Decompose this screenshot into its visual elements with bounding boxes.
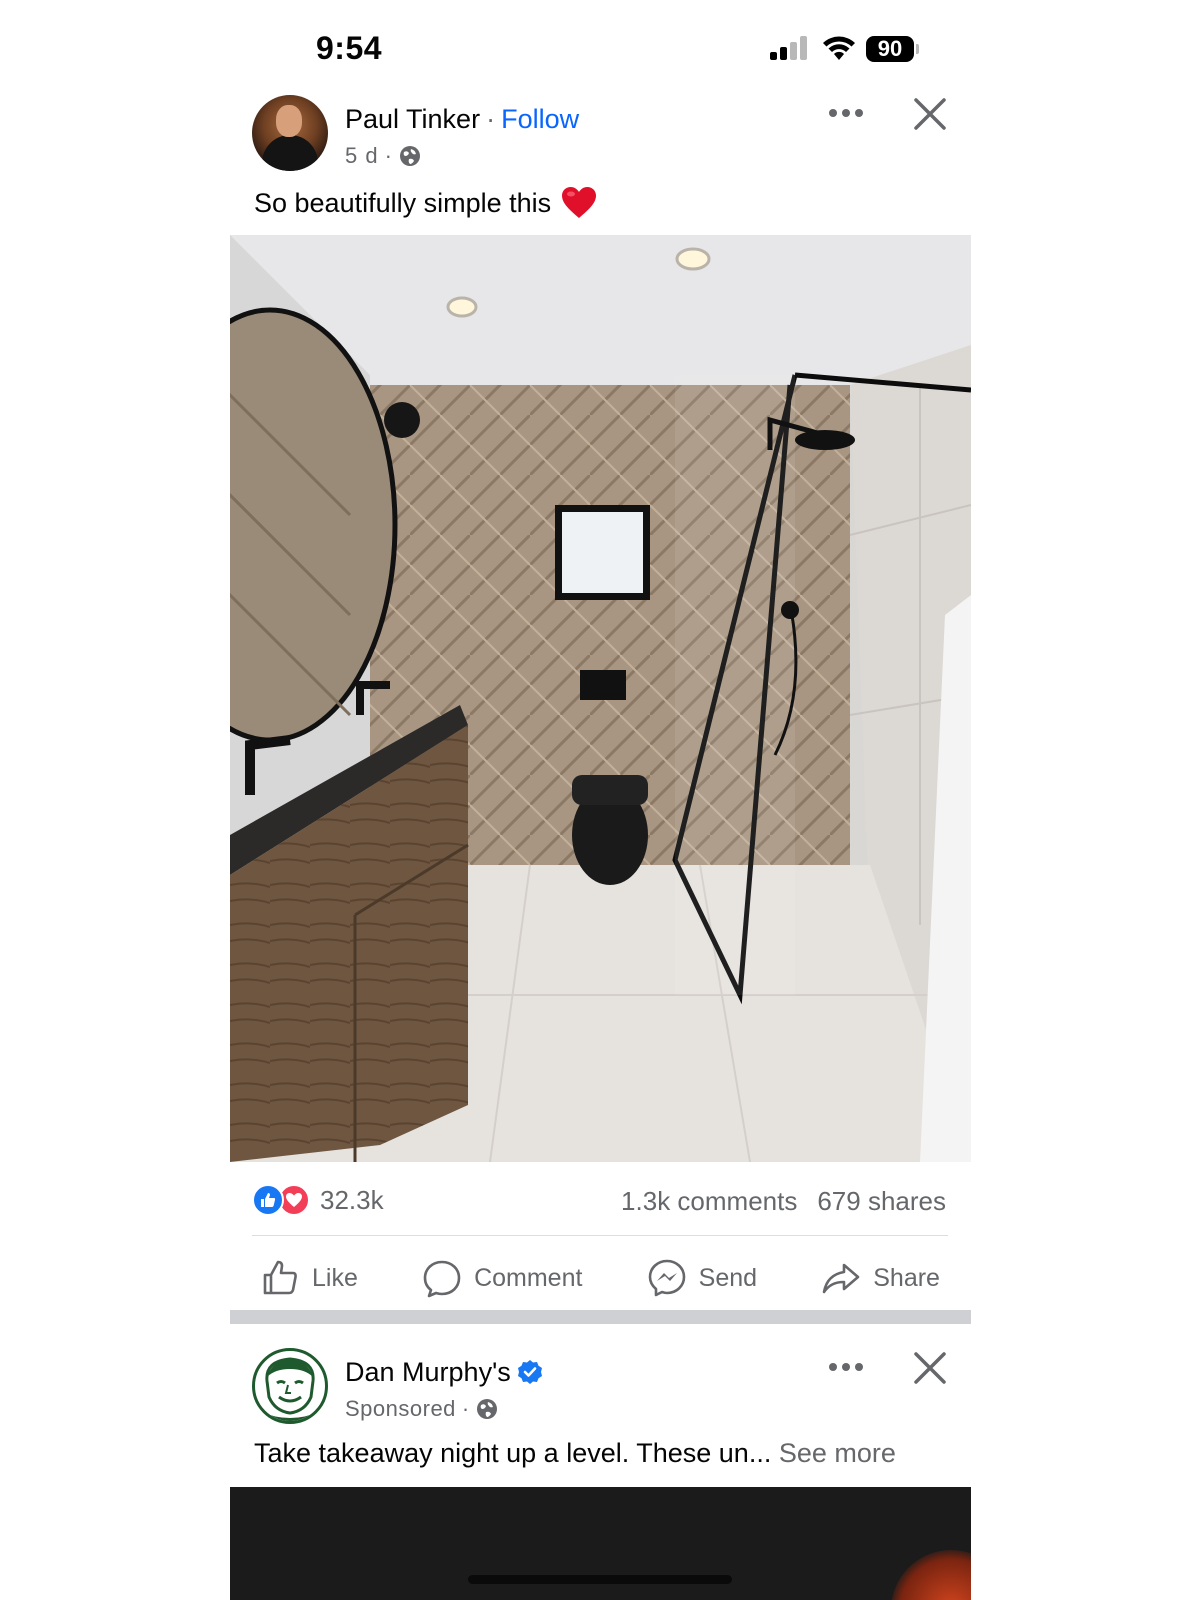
like-label: Like: [312, 1263, 358, 1292]
share-label: Share: [873, 1263, 940, 1292]
post-actions: Like Comment Send Share: [252, 1248, 948, 1308]
wifi-icon: [823, 36, 855, 60]
advertiser-avatar[interactable]: [252, 1348, 328, 1424]
reaction-count: 32.3k: [320, 1184, 384, 1215]
like-button[interactable]: Like: [252, 1250, 366, 1306]
post-time[interactable]: 5 d: [345, 143, 379, 169]
heart-emoji-icon: [562, 187, 597, 218]
meta-separator: ·: [461, 1396, 470, 1421]
send-button[interactable]: Send: [639, 1250, 765, 1306]
reactions-summary[interactable]: 32.3k: [252, 1184, 384, 1216]
close-icon[interactable]: [912, 96, 948, 132]
comments-count[interactable]: 1.3k comments: [621, 1186, 797, 1217]
globe-icon: [399, 146, 420, 166]
ad-caption: Take takeaway night up a level. These un…: [254, 1438, 896, 1469]
like-reaction-icon: [252, 1184, 284, 1216]
close-icon[interactable]: [912, 1350, 948, 1386]
advertiser-name[interactable]: Dan Murphy's: [345, 1357, 511, 1387]
globe-icon: [476, 1399, 497, 1419]
engagement-counts: 1.3k comments 679 shares: [621, 1186, 946, 1217]
meta-separator: ·: [384, 143, 393, 168]
battery-tip: [916, 44, 919, 54]
avatar-figure-body: [262, 135, 318, 171]
bathroom-photo: [230, 235, 971, 1162]
post-photo[interactable]: [230, 235, 971, 1162]
more-options-icon[interactable]: [826, 103, 866, 123]
verified-badge-icon: [517, 1360, 542, 1384]
more-options-icon[interactable]: [826, 1357, 866, 1377]
post-meta: 5 d ·: [345, 143, 421, 169]
status-time: 9:54: [316, 30, 383, 66]
ad-author-line: Dan Murphy's: [345, 1357, 543, 1388]
divider: [252, 1235, 948, 1236]
caption-text: So beautifully simple this: [254, 187, 552, 218]
share-button[interactable]: Share: [813, 1250, 948, 1306]
dan-murphys-logo: [259, 1357, 321, 1421]
name-separator: ·: [486, 104, 496, 134]
ad-media-glow: [891, 1550, 971, 1600]
avatar-figure-face: [276, 105, 302, 137]
battery-indicator: 90: [866, 36, 914, 62]
comment-bubble-icon: [423, 1260, 461, 1298]
comment-label: Comment: [474, 1263, 583, 1292]
post-author-line: Paul Tinker · Follow: [345, 104, 579, 135]
shares-count[interactable]: 679 shares: [817, 1186, 946, 1217]
share-arrow-icon: [822, 1263, 860, 1294]
sponsored-label[interactable]: Sponsored: [345, 1396, 456, 1422]
author-avatar[interactable]: [252, 95, 328, 171]
ad-caption-text: Take takeaway night up a level. These un…: [254, 1438, 772, 1468]
see-more-link[interactable]: See more: [779, 1438, 896, 1468]
author-name[interactable]: Paul Tinker: [345, 104, 480, 134]
follow-button[interactable]: Follow: [501, 104, 579, 134]
send-label: Send: [698, 1263, 758, 1292]
messenger-icon: [648, 1259, 685, 1297]
ad-meta: Sponsored ·: [345, 1396, 498, 1422]
post-caption: So beautifully simple this: [254, 186, 597, 220]
feed-separator: [230, 1310, 971, 1324]
status-bar: 9:54 90: [0, 0, 1200, 90]
thumbs-up-icon: [263, 1260, 297, 1295]
comment-button[interactable]: Comment: [414, 1250, 590, 1306]
home-indicator[interactable]: [468, 1575, 732, 1584]
cellular-signal-icon: [770, 36, 810, 60]
